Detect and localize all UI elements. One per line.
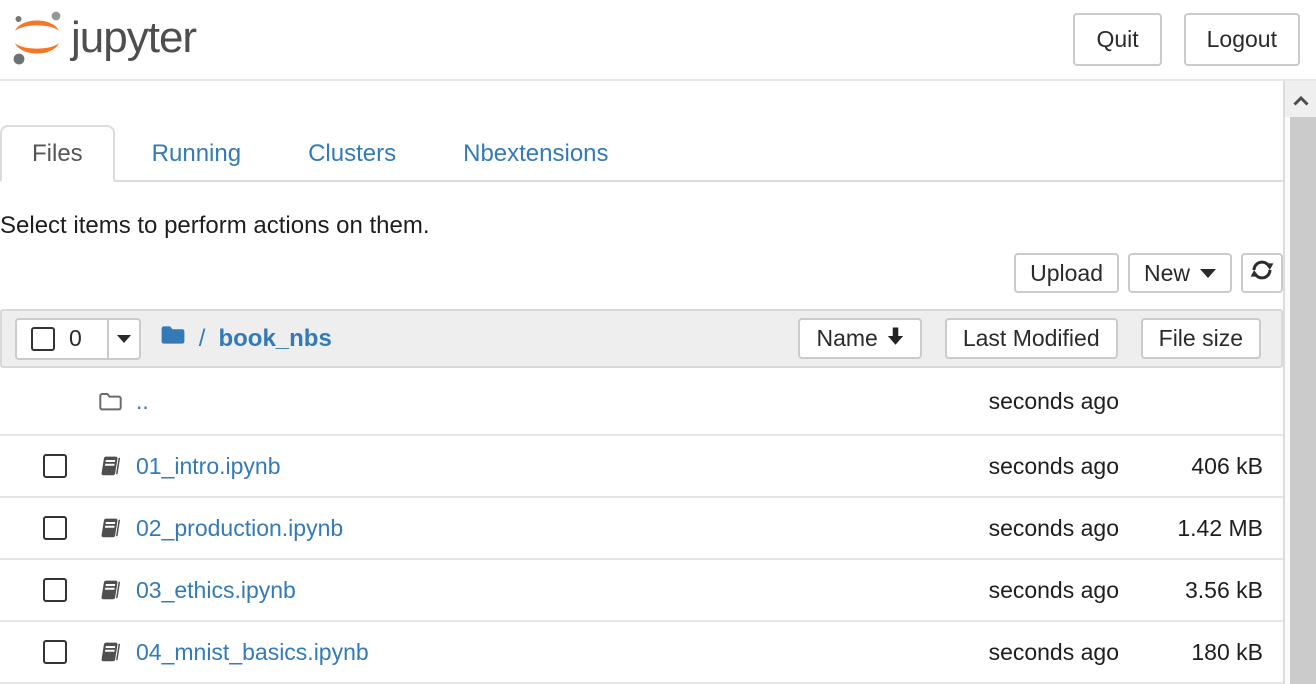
file-link[interactable]: ..: [136, 388, 149, 415]
list-header: 0 / book_nbs: [0, 309, 1283, 368]
row-checkbox[interactable]: [43, 640, 67, 664]
tab-files[interactable]: Files: [0, 125, 115, 182]
select-filter-dropdown-button[interactable]: [109, 318, 141, 360]
scroll-up-button[interactable]: [1285, 81, 1316, 117]
notebook-icon: [98, 454, 123, 478]
file-modified: seconds ago: [949, 515, 1119, 542]
folder-open-icon: [98, 391, 123, 412]
quit-button[interactable]: Quit: [1073, 13, 1161, 66]
header-buttons: Quit Logout: [1073, 13, 1300, 66]
notebook-icon: [98, 640, 123, 664]
refresh-button[interactable]: [1241, 253, 1283, 293]
row-checkbox[interactable]: [43, 578, 67, 602]
sort-name-label: Name: [816, 325, 877, 352]
row-checkbox[interactable]: [43, 454, 67, 478]
file-link[interactable]: 02_production.ipynb: [136, 515, 343, 542]
select-all-checkbox[interactable]: [31, 327, 55, 351]
caret-down-icon: [1200, 269, 1216, 278]
caret-down-icon: [117, 335, 131, 343]
folder-icon: [160, 324, 186, 353]
logout-button[interactable]: Logout: [1184, 13, 1300, 66]
selected-count: 0: [69, 325, 82, 352]
select-all-button[interactable]: 0: [15, 318, 109, 360]
tab-clusters[interactable]: Clusters: [278, 127, 426, 180]
app-header: jupyter Quit Logout: [0, 0, 1316, 81]
file-size: 180 kB: [1119, 639, 1263, 666]
sort-modified-button[interactable]: Last Modified: [945, 318, 1118, 359]
file-row-parent-dir: .. seconds ago: [0, 368, 1283, 436]
file-modified: seconds ago: [949, 453, 1119, 480]
sort-buttons: Name Last Modified File size: [798, 318, 1261, 359]
file-modified: seconds ago: [949, 639, 1119, 666]
file-row: 03_ethics.ipynb seconds ago 3.56 kB: [0, 560, 1283, 622]
file-link[interactable]: 04_mnist_basics.ipynb: [136, 639, 369, 666]
file-link[interactable]: 03_ethics.ipynb: [136, 577, 296, 604]
file-modified: seconds ago: [949, 577, 1119, 604]
new-button-label: New: [1144, 260, 1190, 287]
upload-button[interactable]: Upload: [1014, 253, 1119, 293]
sort-name-button[interactable]: Name: [798, 318, 921, 359]
action-row: Upload New: [0, 253, 1283, 293]
file-row: 04_mnist_basics.ipynb seconds ago 180 kB: [0, 622, 1283, 684]
breadcrumb-root-link[interactable]: /: [199, 325, 206, 353]
notebook-icon: [98, 516, 123, 540]
scrollbar-thumb[interactable]: [1290, 117, 1316, 684]
jupyter-logo[interactable]: jupyter: [8, 6, 196, 74]
jupyter-logo-icon: [8, 6, 66, 74]
row-checkbox[interactable]: [43, 516, 67, 540]
breadcrumb: / book_nbs: [160, 324, 332, 353]
tab-running[interactable]: Running: [122, 127, 271, 180]
jupyter-file-browser: jupyter Quit Logout Files Running Cluste…: [0, 0, 1316, 684]
new-dropdown-button[interactable]: New: [1128, 253, 1232, 293]
file-size: 1.42 MB: [1119, 515, 1263, 542]
main-content: Files Running Clusters Nbextensions Sele…: [0, 81, 1283, 684]
file-size: 3.56 kB: [1119, 577, 1263, 604]
sort-size-button[interactable]: File size: [1141, 318, 1261, 359]
file-link[interactable]: 01_intro.ipynb: [136, 453, 281, 480]
selection-button-group: 0: [15, 318, 141, 360]
tab-bar: Files Running Clusters Nbextensions: [0, 125, 1283, 182]
select-items-notice: Select items to perform actions on them.: [0, 212, 1283, 240]
breadcrumb-current-folder[interactable]: book_nbs: [218, 325, 331, 353]
refresh-icon: [1250, 258, 1274, 288]
file-list: .. seconds ago: [0, 368, 1283, 684]
file-row: 01_intro.ipynb seconds ago 406 kB: [0, 436, 1283, 498]
file-modified: seconds ago: [949, 388, 1119, 415]
arrow-down-icon: [887, 325, 904, 352]
notebook-icon: [98, 578, 123, 602]
file-size: 406 kB: [1119, 453, 1263, 480]
file-row: 02_production.ipynb seconds ago 1.42 MB: [0, 498, 1283, 560]
jupyter-logo-text: jupyter: [71, 13, 196, 63]
vertical-scrollbar[interactable]: [1283, 81, 1316, 684]
scroll-area: Files Running Clusters Nbextensions Sele…: [0, 81, 1316, 684]
chevron-up-icon: [1292, 86, 1310, 113]
tab-nbextensions[interactable]: Nbextensions: [433, 127, 638, 180]
